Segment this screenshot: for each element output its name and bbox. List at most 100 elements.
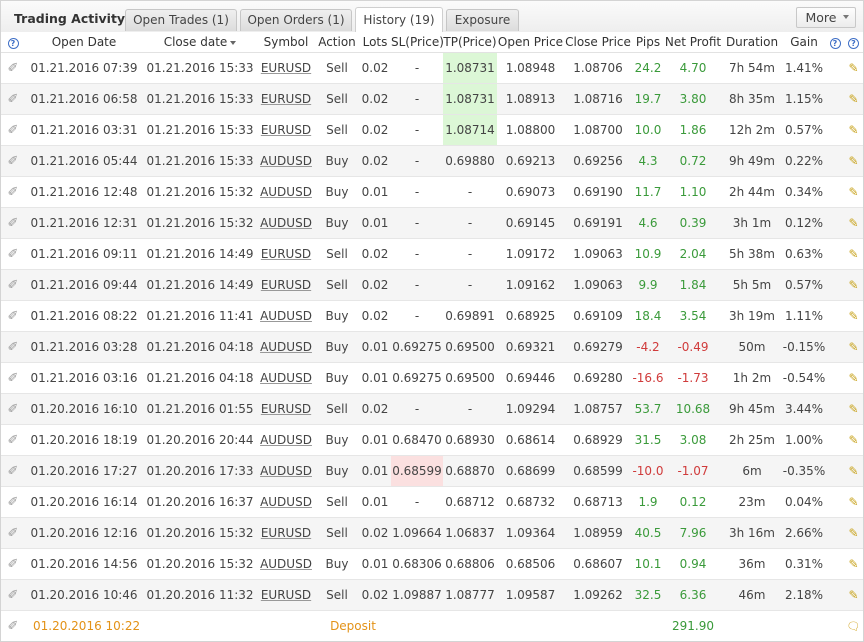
deposit-date: 01.20.2016 10:22: [25, 610, 257, 641]
cell-symbol[interactable]: AUDUSD: [257, 455, 315, 487]
cell-symbol[interactable]: AUDUSD: [257, 145, 315, 177]
paperclip-icon[interactable]: ✐: [1, 610, 25, 641]
cell-symbol[interactable]: AUDUSD: [257, 548, 315, 580]
table-row[interactable]: ✐ 01.21.2016 12:31 01.21.2016 15:32 AUDUSD B…: [1, 207, 863, 239]
table-row[interactable]: ✐ 01.21.2016 08:22 01.21.2016 11:41 AUDUSD B…: [1, 300, 863, 332]
table-row[interactable]: ✐ 01.21.2016 03:16 01.21.2016 04:18 AUDUSD B…: [1, 362, 863, 394]
paperclip-icon[interactable]: ✐: [1, 331, 25, 363]
pencil-icon[interactable]: ✎: [844, 269, 863, 301]
help-icon[interactable]: ?: [1, 32, 25, 53]
pencil-icon[interactable]: ✎: [844, 300, 863, 332]
comment-icon[interactable]: 🗨: [844, 610, 863, 641]
paperclip-icon[interactable]: ✐: [1, 176, 25, 208]
paperclip-icon[interactable]: ✐: [1, 486, 25, 518]
col-lots[interactable]: Lots: [359, 32, 391, 53]
paperclip-icon[interactable]: ✐: [1, 145, 25, 177]
table-row[interactable]: ✐ 01.20.2016 16:10 01.21.2016 01:55 EURUSD S…: [1, 393, 863, 425]
pencil-icon[interactable]: ✎: [844, 207, 863, 239]
cell-tp: 1.08777: [443, 579, 497, 611]
paperclip-icon[interactable]: ✐: [1, 269, 25, 301]
table-row[interactable]: ✐ 01.21.2016 09:44 01.21.2016 14:49 EURUSD S…: [1, 269, 863, 301]
cell-symbol[interactable]: EURUSD: [257, 238, 315, 270]
table-row[interactable]: ✐ 01.20.2016 14:56 01.20.2016 15:32 AUDUSD B…: [1, 548, 863, 580]
table-row[interactable]: ✐ 01.21.2016 09:11 01.21.2016 14:49 EURUSD S…: [1, 238, 863, 270]
table-row[interactable]: ✐ 01.21.2016 06:58 01.21.2016 15:33 EURUSD S…: [1, 83, 863, 115]
col-sl[interactable]: SL(Price): [391, 32, 444, 53]
cell-symbol[interactable]: AUDUSD: [257, 486, 315, 518]
pencil-icon[interactable]: ✎: [844, 238, 863, 270]
table-row[interactable]: ✐ 01.21.2016 03:31 01.21.2016 15:33 EURUSD S…: [1, 114, 863, 146]
cell-symbol[interactable]: EURUSD: [257, 269, 315, 301]
paperclip-icon[interactable]: ✐: [1, 362, 25, 394]
cell-symbol[interactable]: EURUSD: [257, 83, 315, 115]
paperclip-icon[interactable]: ✐: [1, 455, 25, 487]
col-symbol[interactable]: Symbol: [257, 32, 315, 53]
pencil-icon[interactable]: ✎: [844, 114, 863, 146]
table-row[interactable]: ✐ 01.21.2016 07:39 01.21.2016 15:33 EURUSD S…: [1, 52, 863, 84]
paperclip-icon[interactable]: ✐: [1, 52, 25, 84]
table-row[interactable]: ✐ 01.20.2016 10:46 01.20.2016 11:32 EURUSD S…: [1, 579, 863, 611]
pencil-icon[interactable]: ✎: [844, 145, 863, 177]
paperclip-icon[interactable]: ✐: [1, 517, 25, 549]
table-row[interactable]: ✐ 01.20.2016 18:19 01.20.2016 20:44 AUDUSD B…: [1, 424, 863, 456]
cell-symbol[interactable]: AUDUSD: [257, 362, 315, 394]
paperclip-icon[interactable]: ✐: [1, 83, 25, 115]
col-pips[interactable]: Pips: [632, 32, 664, 53]
table-row[interactable]: ✐ 01.20.2016 17:27 01.20.2016 17:33 AUDUSD B…: [1, 455, 863, 487]
table-row[interactable]: ✐ 01.21.2016 12:48 01.21.2016 15:32 AUDUSD B…: [1, 176, 863, 208]
table-row[interactable]: ✐ 01.20.2016 16:14 01.20.2016 16:37 AUDUSD S…: [1, 486, 863, 518]
cell-symbol[interactable]: EURUSD: [257, 579, 315, 611]
cell-symbol[interactable]: EURUSD: [257, 517, 315, 549]
cell-net-profit: 7.96: [664, 517, 722, 549]
paperclip-icon[interactable]: ✐: [1, 579, 25, 611]
cell-symbol[interactable]: AUDUSD: [257, 331, 315, 363]
col-tp[interactable]: TP(Price): [443, 32, 497, 53]
pencil-icon[interactable]: ✎: [844, 455, 863, 487]
toolbar: Trading Activity Open Trades (1) Open Or…: [1, 1, 863, 33]
help-icon[interactable]: ?: [844, 32, 863, 53]
pencil-icon[interactable]: ✎: [844, 83, 863, 115]
cell-symbol[interactable]: EURUSD: [257, 114, 315, 146]
cell-symbol[interactable]: EURUSD: [257, 393, 315, 425]
pencil-icon[interactable]: ✎: [844, 393, 863, 425]
tab-open-trades[interactable]: Open Trades (1): [125, 9, 237, 31]
pencil-icon[interactable]: ✎: [844, 424, 863, 456]
paperclip-icon[interactable]: ✐: [1, 393, 25, 425]
cell-symbol[interactable]: AUDUSD: [257, 424, 315, 456]
col-net-profit[interactable]: Net Profit: [664, 32, 722, 53]
pencil-icon[interactable]: ✎: [844, 579, 863, 611]
more-dropdown[interactable]: More: [796, 7, 856, 28]
col-close-price[interactable]: Close Price: [564, 32, 632, 53]
deposit-row[interactable]: ✐ 01.20.2016 10:22 Deposit 291.90 🗨: [1, 610, 863, 641]
cell-symbol[interactable]: EURUSD: [257, 52, 315, 84]
table-row[interactable]: ✐ 01.21.2016 03:28 01.21.2016 04:18 AUDUSD B…: [1, 331, 863, 363]
pencil-icon[interactable]: ✎: [844, 176, 863, 208]
paperclip-icon[interactable]: ✐: [1, 114, 25, 146]
paperclip-icon[interactable]: ✐: [1, 424, 25, 456]
pencil-icon[interactable]: ✎: [844, 362, 863, 394]
cell-symbol[interactable]: AUDUSD: [257, 176, 315, 208]
tab-exposure[interactable]: Exposure: [446, 9, 519, 31]
help-icon[interactable]: ?: [826, 32, 844, 53]
pencil-icon[interactable]: ✎: [844, 331, 863, 363]
cell-symbol[interactable]: AUDUSD: [257, 300, 315, 332]
table-row[interactable]: ✐ 01.20.2016 12:16 01.20.2016 15:32 EURUSD S…: [1, 517, 863, 549]
col-open-price[interactable]: Open Price: [497, 32, 564, 53]
paperclip-icon[interactable]: ✐: [1, 548, 25, 580]
paperclip-icon[interactable]: ✐: [1, 238, 25, 270]
tab-open-orders[interactable]: Open Orders (1): [240, 9, 352, 31]
pencil-icon[interactable]: ✎: [844, 52, 863, 84]
pencil-icon[interactable]: ✎: [844, 548, 863, 580]
cell-symbol[interactable]: AUDUSD: [257, 207, 315, 239]
paperclip-icon[interactable]: ✐: [1, 207, 25, 239]
paperclip-icon[interactable]: ✐: [1, 300, 25, 332]
col-duration[interactable]: Duration: [722, 32, 782, 53]
pencil-icon[interactable]: ✎: [844, 517, 863, 549]
col-gain[interactable]: Gain: [782, 32, 826, 53]
tab-history[interactable]: History (19): [355, 7, 443, 33]
col-open-date[interactable]: Open Date: [25, 32, 143, 53]
table-row[interactable]: ✐ 01.21.2016 05:44 01.21.2016 15:33 AUDUSD B…: [1, 145, 863, 177]
col-action[interactable]: Action: [315, 32, 359, 53]
pencil-icon[interactable]: ✎: [844, 486, 863, 518]
col-close-date[interactable]: Close date: [143, 32, 257, 53]
